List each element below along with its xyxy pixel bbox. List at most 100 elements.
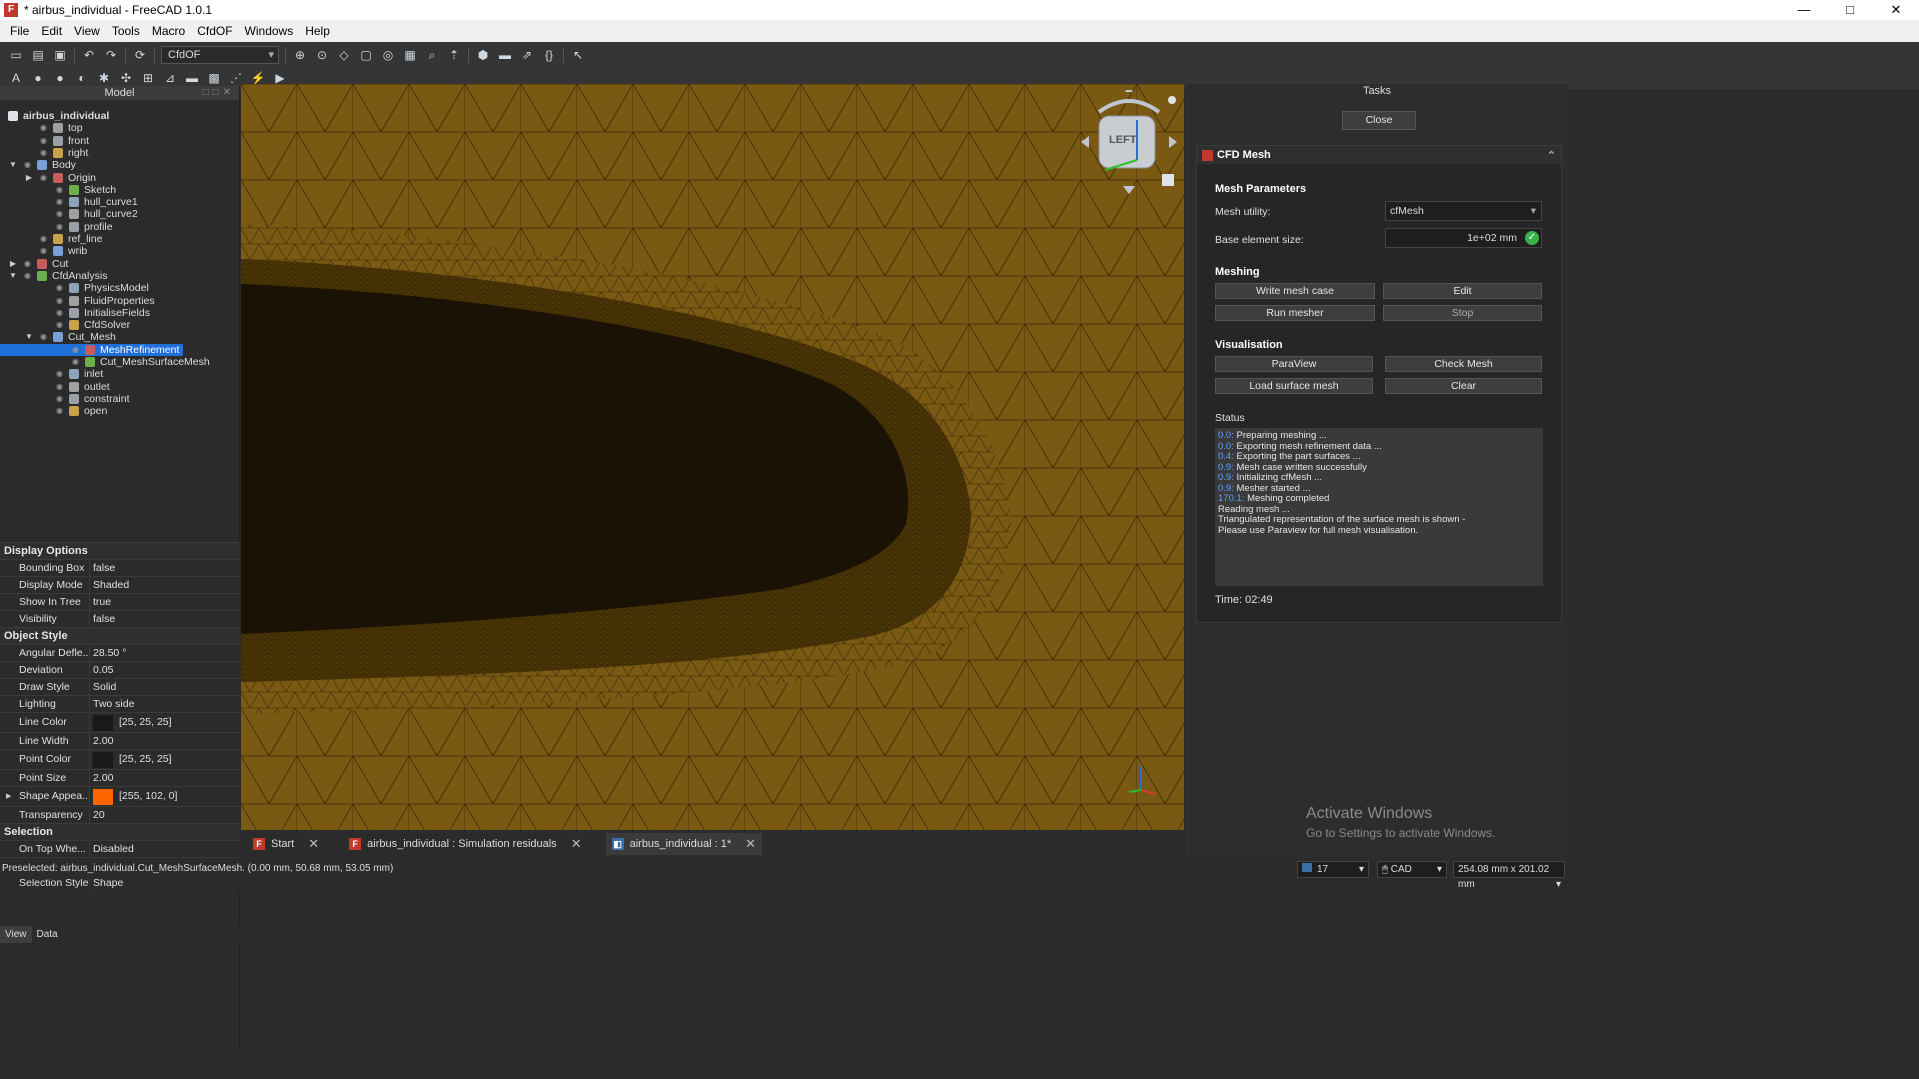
visibility-eye-icon[interactable]: ◉ (56, 381, 66, 393)
visibility-eye-icon[interactable]: ◉ (40, 135, 50, 147)
check-mesh-button[interactable]: Check Mesh (1385, 356, 1542, 372)
run-mesher-button[interactable]: Run mesher (1215, 305, 1375, 321)
tree-item[interactable]: ▶ ◉ Origin (26, 172, 96, 184)
visibility-eye-icon[interactable]: ◉ (40, 331, 50, 343)
visibility-eye-icon[interactable]: ◉ (72, 344, 82, 356)
tree-item[interactable]: ◉ right (40, 147, 88, 159)
color-swatch[interactable] (93, 714, 113, 731)
close-tab-icon[interactable]: ✕ (571, 836, 582, 852)
macro-icon[interactable]: {} (541, 47, 557, 63)
tree-item[interactable]: ◉ hull_curve2 (56, 208, 138, 220)
visibility-eye-icon[interactable]: ◉ (56, 405, 66, 417)
property-row[interactable]: Angular Defle... 28.50 ° (0, 644, 240, 661)
load-surface-mesh-button[interactable]: Load surface mesh (1215, 378, 1373, 394)
cfd-analysis-icon[interactable]: A (8, 70, 24, 86)
property-row[interactable]: Line Width 2.00 (0, 732, 240, 749)
visibility-eye-icon[interactable]: ◉ (56, 393, 66, 405)
tree-item[interactable]: ◉ ref_line (40, 233, 102, 245)
visibility-eye-icon[interactable]: ◉ (56, 208, 66, 220)
expand-arrow-icon[interactable]: ▼ (8, 159, 18, 171)
maximize-button[interactable]: □ (1827, 0, 1873, 20)
tree-item[interactable]: ◉ InitialiseFields (56, 307, 150, 319)
property-row[interactable]: Point Color [25, 25, 25] (0, 749, 240, 769)
expand-arrow-icon[interactable]: ▼ (0, 110, 2, 122)
property-value[interactable]: Shaded (90, 577, 240, 593)
menu-file[interactable]: File (4, 24, 35, 38)
draw-style-icon[interactable]: ◇ (336, 47, 352, 63)
paraview-button[interactable]: ParaView (1215, 356, 1373, 372)
collapse-arrow-icon[interactable]: ▶ (24, 172, 34, 184)
boundary-icon[interactable]: ◐ (74, 70, 90, 86)
tree-item[interactable]: ◉ MeshRefinement (0, 343, 183, 356)
tab-airbus-individual[interactable]: ◧ airbus_individual : 1* ✕ (605, 833, 763, 855)
tree-item[interactable]: ◉ constraint (56, 393, 130, 405)
redo-icon[interactable]: ↷ (103, 47, 119, 63)
notification-counter[interactable]: 17 ▾ (1297, 861, 1369, 878)
property-value[interactable]: Solid (90, 679, 240, 695)
view-dimensions[interactable]: 254.08 mm x 201.02 mm ▾ (1453, 861, 1565, 890)
visibility-eye-icon[interactable]: ◉ (56, 307, 66, 319)
menu-tools[interactable]: Tools (106, 24, 146, 38)
menu-windows[interactable]: Windows (239, 24, 300, 38)
bounding-box-icon[interactable]: ▢ (358, 47, 374, 63)
menu-cfdof[interactable]: CfdOF (191, 24, 238, 38)
visibility-eye-icon[interactable]: ◉ (24, 270, 34, 282)
expand-arrow-icon[interactable]: ▼ (8, 270, 18, 282)
tree-item[interactable]: ◉ profile (56, 221, 113, 233)
property-value[interactable]: Disabled (90, 841, 240, 857)
std-views-icon[interactable]: ◎ (380, 47, 396, 63)
close-tab-icon[interactable]: ✕ (308, 836, 319, 852)
property-value[interactable]: 28.50 ° (90, 645, 240, 661)
collapse-arrow-icon[interactable]: ▶ (8, 258, 18, 270)
mesh-icon[interactable]: ⊞ (140, 70, 156, 86)
fit-all-icon[interactable]: ⊕ (292, 47, 308, 63)
property-value[interactable]: 0.05 (90, 662, 240, 678)
fluid-properties-icon[interactable]: ● (52, 70, 68, 86)
undo-icon[interactable]: ↶ (81, 47, 97, 63)
property-row[interactable]: Show In Tree true (0, 593, 240, 610)
property-row[interactable]: Line Color [25, 25, 25] (0, 712, 240, 732)
close-window-button[interactable]: ✕ (1873, 0, 1919, 20)
property-row[interactable]: Deviation 0.05 (0, 661, 240, 678)
visibility-eye-icon[interactable]: ◉ (56, 196, 66, 208)
property-row[interactable]: Visibility false (0, 610, 240, 627)
property-value[interactable]: [25, 25, 25] (90, 750, 240, 769)
clear-button[interactable]: Clear (1385, 378, 1542, 394)
workbench-selector[interactable]: CfdOF (161, 45, 279, 64)
collapse-panel-icon[interactable]: ⌃ (1547, 149, 1556, 162)
visibility-eye-icon[interactable]: ◉ (40, 147, 50, 159)
property-value[interactable]: Two side (90, 696, 240, 712)
refresh-icon[interactable]: ⟳ (132, 47, 148, 63)
visibility-eye-icon[interactable]: ◉ (40, 122, 50, 134)
navigation-style-select[interactable]: 🖱 CAD ▾ (1377, 861, 1447, 878)
3d-view[interactable]: LEFT (241, 84, 1184, 830)
tree-item[interactable]: ◉ top (40, 122, 83, 134)
tree-item[interactable]: ◉ Sketch (56, 184, 116, 196)
close-task-button[interactable]: Close (1342, 111, 1416, 130)
expand-arrow-icon[interactable]: ▼ (24, 331, 34, 343)
property-row[interactable]: Lighting Two side (0, 695, 240, 712)
property-value[interactable]: [25, 25, 25] (90, 713, 240, 732)
navigation-cube[interactable]: LEFT (1077, 86, 1181, 194)
visibility-eye-icon[interactable]: ◉ (24, 159, 34, 171)
refinement-icon[interactable]: ⊿ (162, 70, 178, 86)
tree-item[interactable]: ◉ PhysicsModel (56, 282, 149, 294)
minimize-button[interactable]: — (1781, 0, 1827, 20)
color-swatch[interactable] (93, 751, 113, 768)
close-tab-icon[interactable]: ✕ (745, 836, 756, 852)
panel-buttons-icon[interactable]: □□✕ (203, 86, 235, 100)
tree-item[interactable]: ◉ wrib (40, 245, 87, 257)
view-menu-icon[interactable]: ▦ (402, 47, 418, 63)
new-file-icon[interactable]: ▭ (8, 47, 24, 63)
tree-item[interactable]: ▼ ◉ Cut_Mesh (25, 331, 116, 343)
part-icon[interactable]: ⬢ (475, 47, 491, 63)
edit-button[interactable]: Edit (1383, 283, 1542, 299)
visibility-eye-icon[interactable]: ◉ (56, 184, 66, 196)
property-row[interactable]: On Top Whe... Disabled (0, 840, 240, 857)
menu-help[interactable]: Help (299, 24, 336, 38)
fit-selection-icon[interactable]: ⊙ (314, 47, 330, 63)
tab-data[interactable]: Data (32, 926, 63, 943)
stop-button[interactable]: Stop (1383, 305, 1542, 321)
tree-item[interactable]: ◉ inlet (56, 368, 103, 380)
property-value[interactable]: [255, 102, 0] (90, 787, 240, 806)
